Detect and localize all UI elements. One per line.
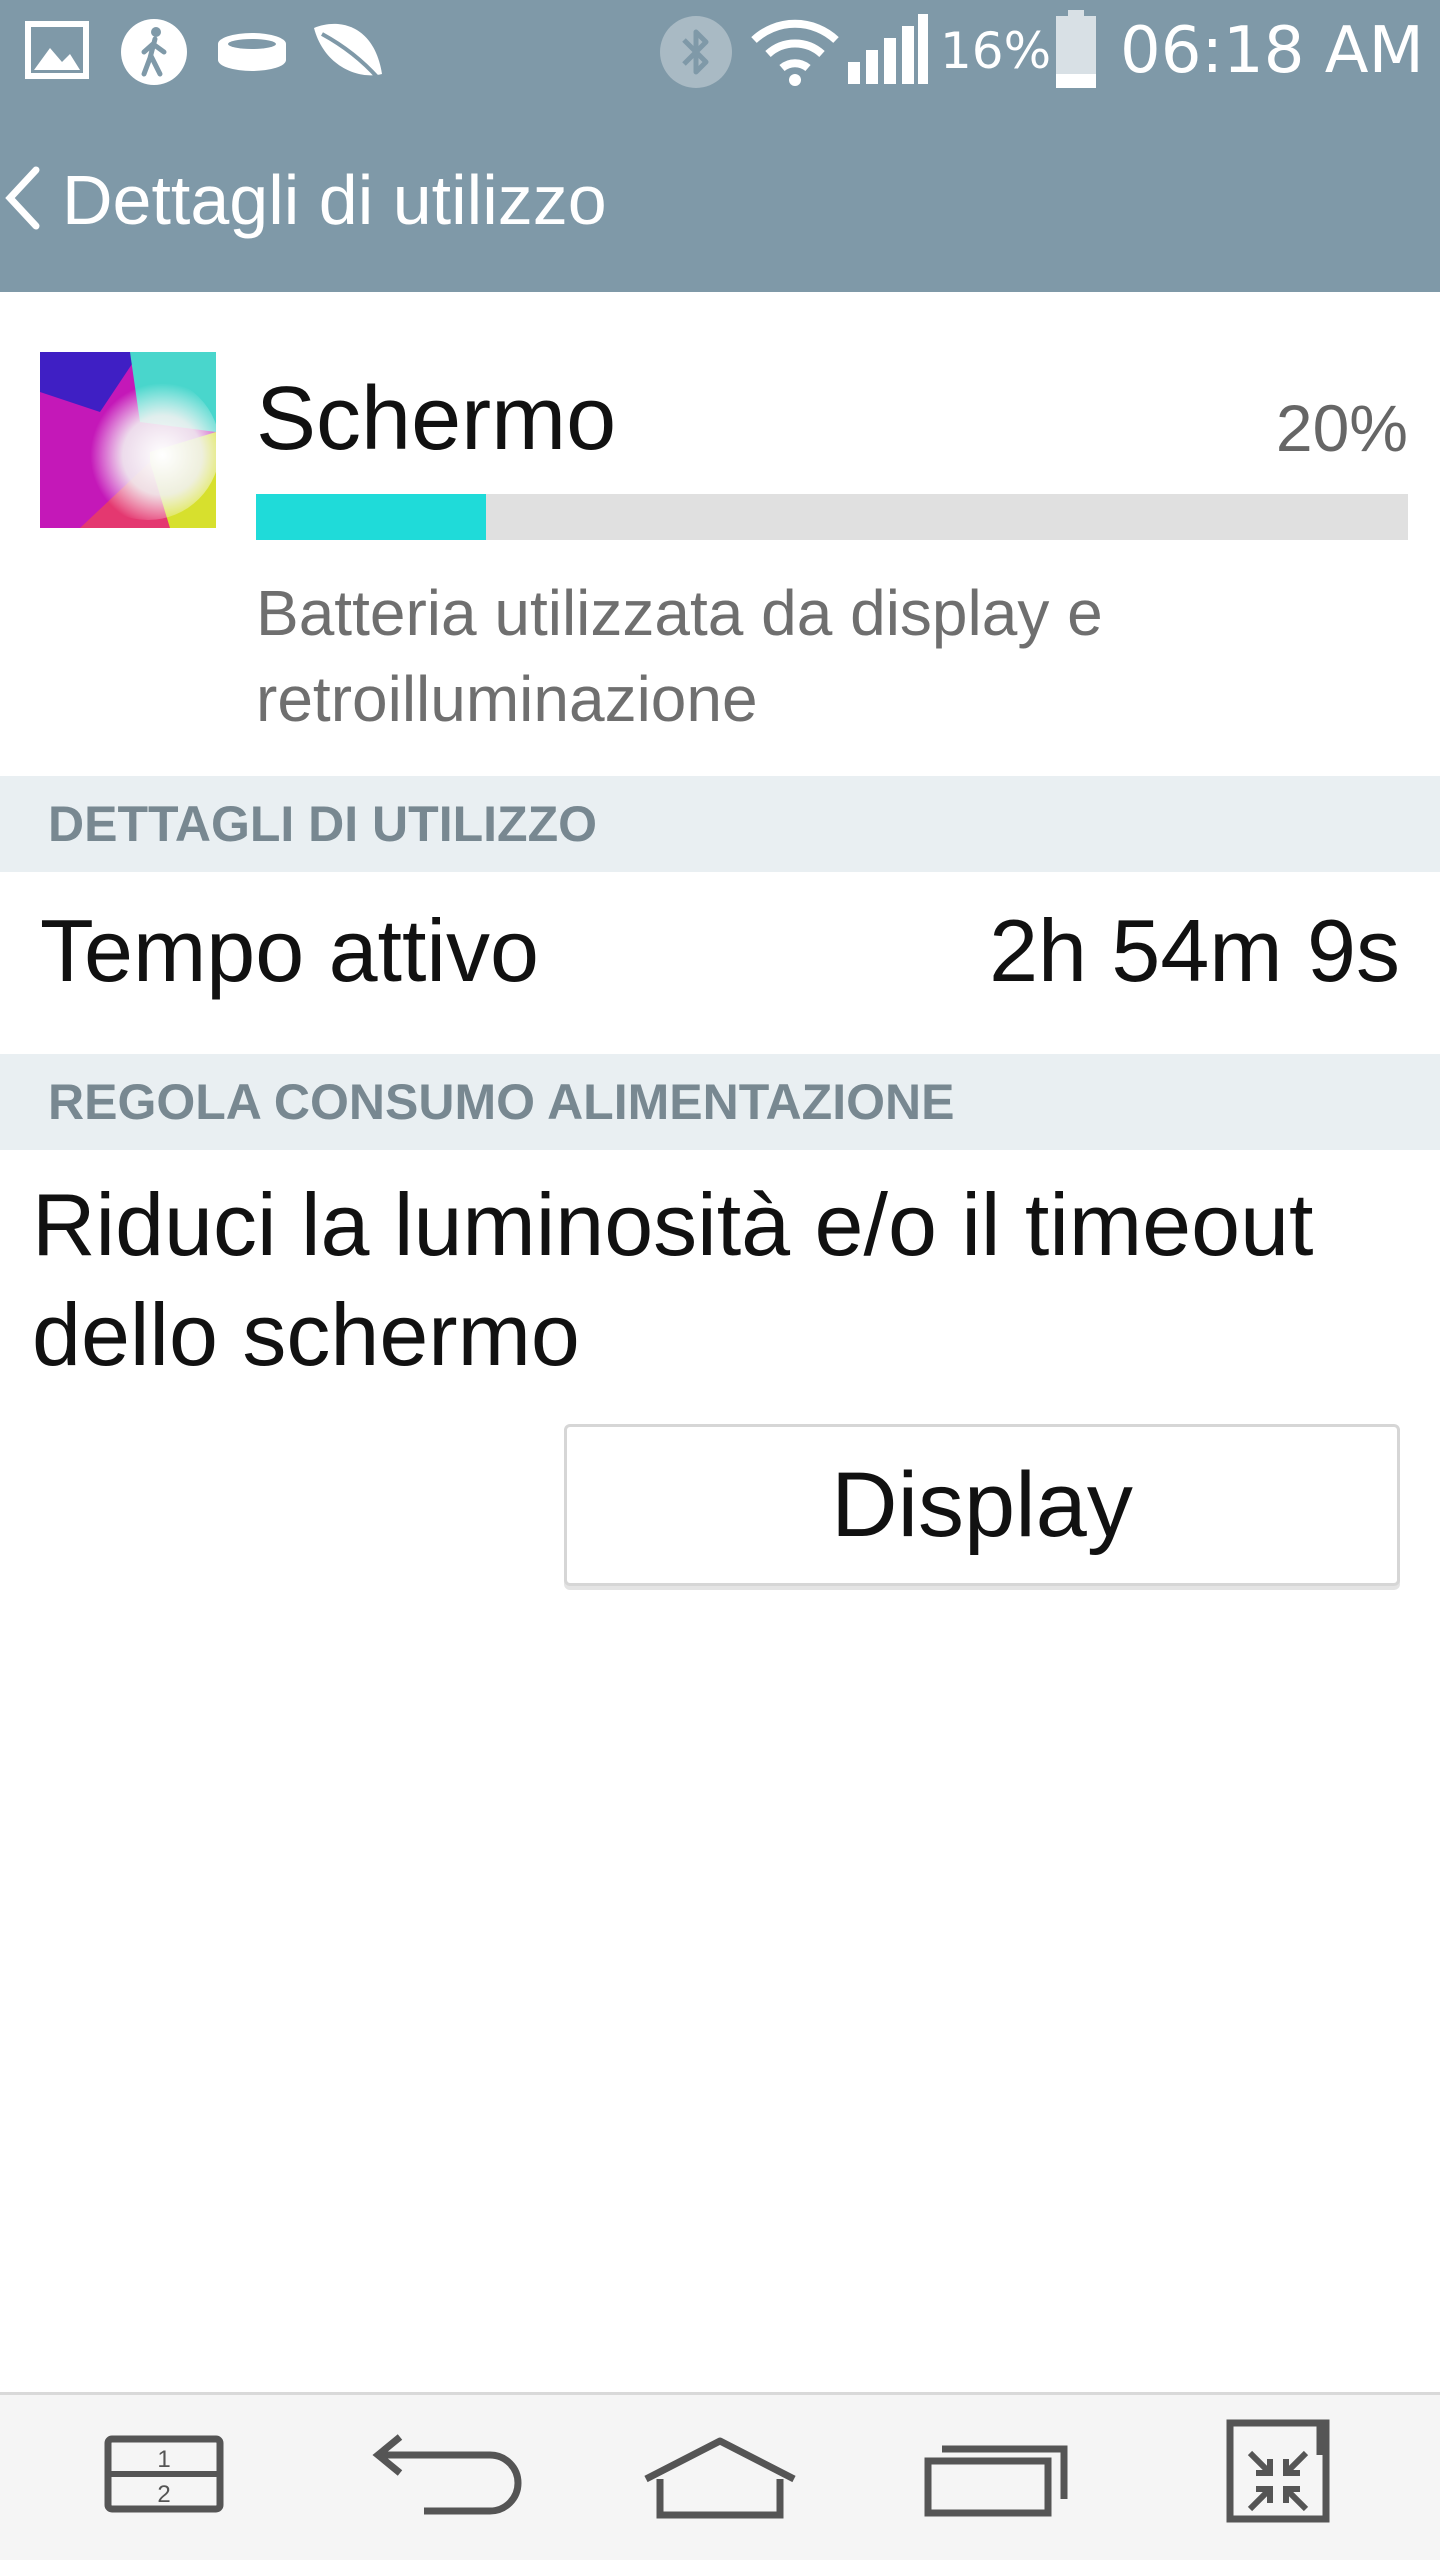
usage-progress-bar xyxy=(256,494,1408,540)
nav-back-button[interactable] xyxy=(350,2415,530,2545)
usage-progress-fill xyxy=(256,494,487,540)
battery-percent: 16% xyxy=(940,22,1052,80)
home-icon xyxy=(644,2437,796,2519)
nav-home-button[interactable] xyxy=(630,2415,810,2545)
power-saving-tip: Riduci la luminosità e/o il timeout dell… xyxy=(32,1175,1314,1384)
bluetooth-icon xyxy=(660,16,732,88)
navigation-bar: 1 2 xyxy=(0,2392,1440,2560)
usage-percent: 20% xyxy=(1275,391,1408,465)
active-time-value: 2h 54m 9s xyxy=(989,901,1400,1000)
back-icon xyxy=(372,2434,522,2515)
pedometer-notification-icon xyxy=(121,19,187,85)
display-settings-button[interactable]: Display xyxy=(564,1424,1400,1586)
app-name: Schermo xyxy=(256,369,617,469)
status-time: 06:18 AM xyxy=(1120,14,1424,88)
section-header-usage-details: DETTAGLI DI UTILIZZO xyxy=(0,776,1440,872)
page-title: Dettagli di utilizzo xyxy=(62,161,607,239)
gallery-notification-icon xyxy=(25,21,89,79)
dual-window-digit-bottom: 2 xyxy=(157,2481,170,2508)
dual-window-digit-top: 1 xyxy=(157,2446,170,2473)
mini-view-icon xyxy=(1226,2419,1330,2523)
top-bar: 16% 06:18 AM Dettagli di utilizzo xyxy=(0,0,1440,292)
eco-leaf-notification-icon xyxy=(314,23,382,80)
status-bar: 16% 06:18 AM xyxy=(0,0,1440,100)
battery-icon xyxy=(1056,10,1096,88)
mini-view-button[interactable] xyxy=(1188,2415,1368,2545)
wifi-icon xyxy=(751,19,839,86)
app-description: Batteria utilizzata da display e retroil… xyxy=(256,577,1103,735)
signal-strength-icon xyxy=(848,14,928,84)
section-header-power-consumption: REGOLA CONSUMO ALIMENTAZIONE xyxy=(0,1054,1440,1150)
nav-recent-apps-button[interactable] xyxy=(908,2415,1088,2545)
chevron-left-icon xyxy=(5,166,40,230)
recent-apps-icon xyxy=(924,2445,1068,2517)
dual-window-icon: 1 2 xyxy=(104,2435,224,2513)
display-app-icon xyxy=(40,352,216,528)
active-time-label: Tempo attivo xyxy=(40,901,539,1000)
wearable-band-notification-icon xyxy=(218,33,286,71)
dual-window-button[interactable]: 1 2 xyxy=(74,2415,254,2545)
